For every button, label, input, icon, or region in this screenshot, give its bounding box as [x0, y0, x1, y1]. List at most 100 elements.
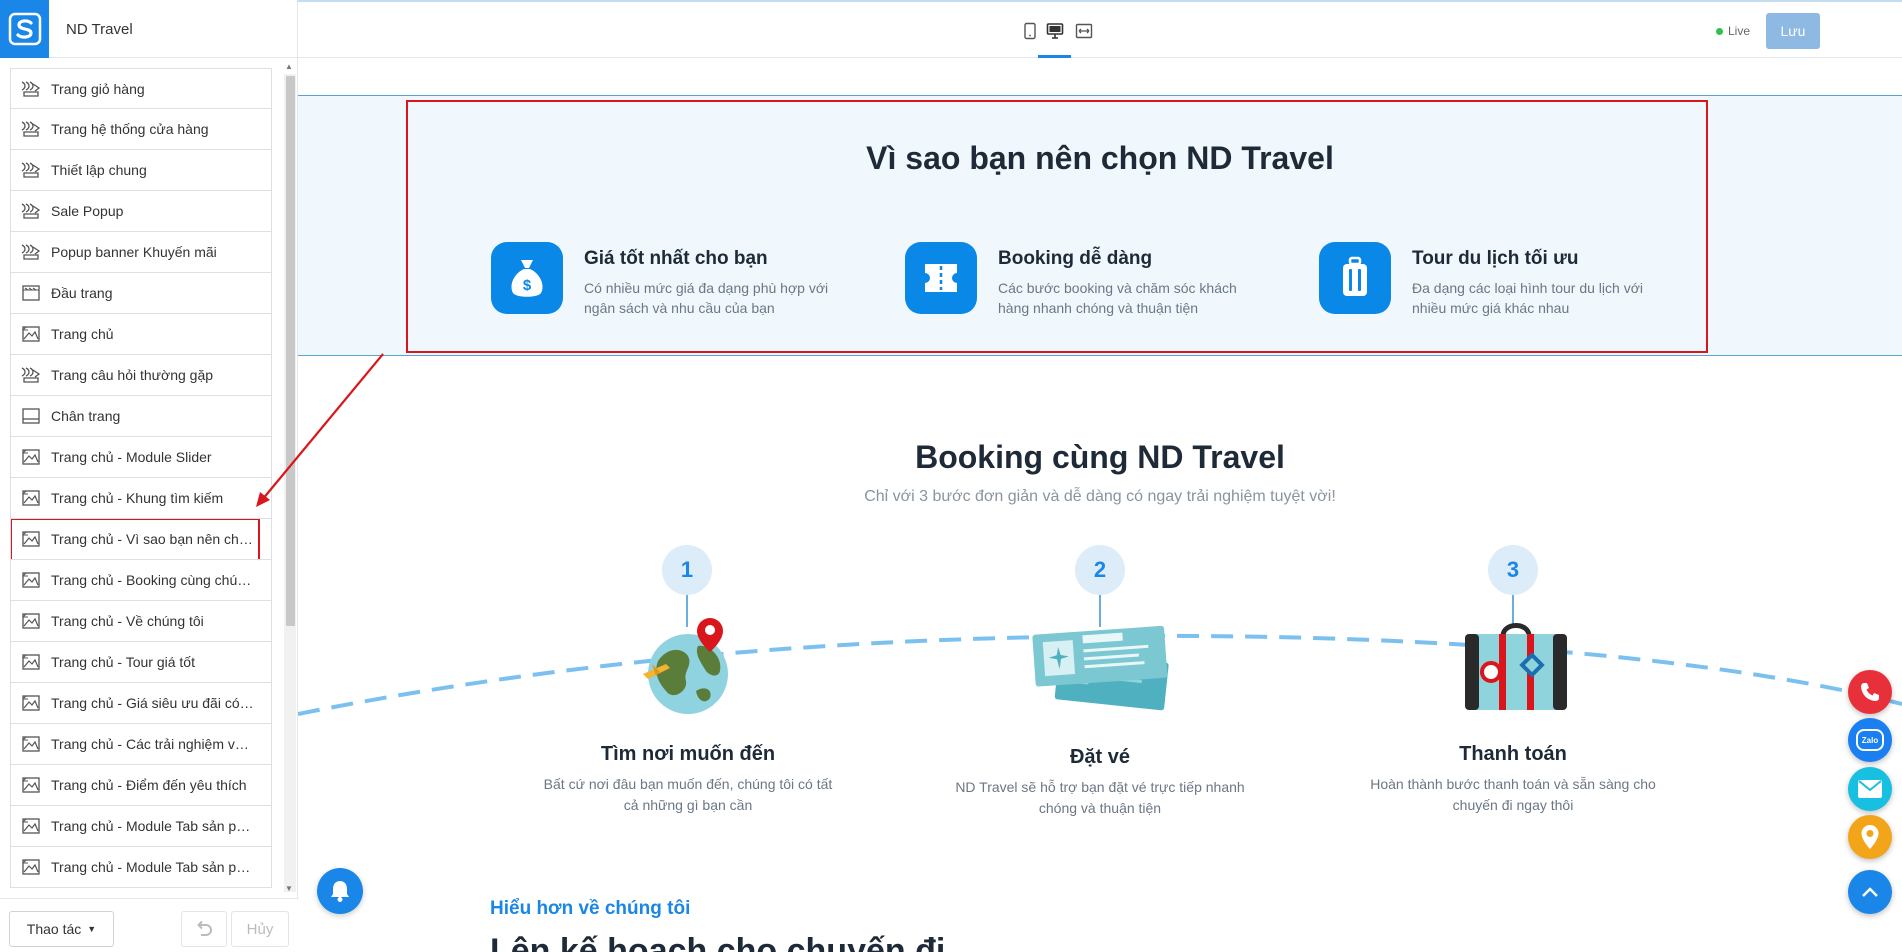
feature-desc: Có nhiều mức giá đa dạng phù hợp với ngâ… [584, 280, 829, 316]
feature-easy-booking: Booking dễ dàng Các bước booking và chăm… [905, 242, 1265, 322]
sidebar-item[interactable]: Trang giỏ hàng [10, 68, 272, 109]
sidebar-item[interactable]: Trang chủ - Khung tìm kiếm [10, 478, 272, 519]
about-title: Lên kế hoạch cho chuyến đi [490, 932, 946, 952]
sidebar-item[interactable]: Thiết lập chung [10, 150, 272, 191]
svg-text:$: $ [523, 277, 532, 294]
left-footer: Thao tác ▼ Hủy [0, 898, 298, 952]
sidebar-item-label: Đầu trang [51, 285, 113, 301]
phone-call-button[interactable] [1848, 670, 1892, 714]
scroll-down-icon[interactable]: ▼ [285, 884, 293, 893]
phone-icon [1861, 683, 1879, 701]
why-title: Vì sao bạn nên chọn ND Travel [866, 140, 1334, 176]
sidebar-item[interactable]: Popup banner Khuyến mãi [10, 232, 272, 273]
bell-icon [331, 881, 349, 902]
money-bag-icon: $ [491, 242, 563, 314]
map-pin-icon [1861, 825, 1879, 849]
undo-icon [197, 921, 212, 936]
sidebar-item[interactable]: Trang câu hỏi thường gặp [10, 355, 272, 396]
sidebar-item[interactable]: Trang hệ thống cửa hàng [10, 109, 272, 150]
home-icon [22, 859, 40, 875]
feature-desc: Các bước booking và chăm sóc khách hàng … [998, 280, 1237, 316]
notification-button[interactable] [317, 868, 363, 914]
section-list: Trang giỏ hàng Trang hệ thống cửa hàng Thi… [0, 58, 298, 898]
sidebar-item[interactable]: Trang chủ - Các trải nghiệm và hoạt động [10, 724, 272, 765]
step-number: 3 [1488, 545, 1538, 595]
zalo-button[interactable]: Zalo [1848, 718, 1892, 762]
sidebar-item[interactable]: Trang chủ - Về chúng tôi [10, 601, 272, 642]
email-button[interactable] [1848, 767, 1892, 811]
sidebar-item[interactable]: Trang chủ - Booking cùng chúng tôi [10, 560, 272, 601]
sidebar-item-label: Trang chủ - Khung tìm kiếm [51, 490, 224, 506]
location-button[interactable] [1848, 815, 1892, 859]
about-eyebrow: Hiểu hơn về chúng tôi [490, 898, 691, 919]
sidebar-item-label: Trang chủ - Vì sao bạn nên chọn ND Trave… [51, 531, 256, 547]
step-title: Thanh toán [1459, 743, 1567, 765]
template-icon [21, 121, 41, 137]
feature-desc: Đa dạng các loại hình tour du lịch với n… [1412, 280, 1643, 316]
sidebar-item[interactable]: Chân trang [10, 396, 272, 437]
sidebar-item-label: Trang chủ - Module Tab sản phẩm 2 [51, 859, 256, 875]
template-icon [21, 162, 41, 178]
home-icon [22, 777, 40, 793]
scroll-top-button[interactable] [1848, 870, 1892, 914]
save-button[interactable]: Lưu [1766, 13, 1820, 49]
sidebar-item[interactable]: Sale Popup [10, 191, 272, 232]
left-header: ND Travel [0, 0, 298, 58]
sidebar-item-label: Trang chủ - Các trải nghiệm và hoạt động [51, 736, 256, 752]
sidebar-item-label: Trang chủ - Booking cùng chúng tôi [51, 572, 256, 588]
sidebar-item-label: Thiết lập chung [51, 162, 147, 178]
sidebar-item-label: Trang chủ - Tour giá tốt [51, 654, 195, 670]
home-icon [22, 736, 40, 752]
sidebar-item-label: Trang chủ - Về chúng tôi [51, 613, 204, 629]
scrollbar-thumb[interactable] [286, 76, 295, 626]
sidebar-item[interactable]: Trang chủ - Điểm đến yêu thích [10, 765, 272, 806]
action-dropdown-button[interactable]: Thao tác ▼ [9, 911, 114, 947]
fullwidth-view-icon[interactable] [1075, 22, 1093, 40]
sidebar-item[interactable]: Trang chủ - Vì sao bạn nên chọn ND Trave… [10, 519, 272, 560]
scroll-up-icon[interactable]: ▲ [285, 62, 293, 71]
sidebar-item[interactable]: Trang chủ [10, 314, 272, 355]
undo-button[interactable] [181, 911, 227, 947]
footer-icon [22, 408, 40, 424]
zalo-label: Zalo [1861, 735, 1879, 745]
sidebar-item[interactable]: Đầu trang [10, 273, 272, 314]
home-icon [22, 490, 40, 506]
sidebar-item[interactable]: Trang chủ - Module Tab sản phẩm 2 [10, 847, 272, 888]
home-icon [22, 654, 40, 670]
live-label: Live [1728, 24, 1751, 38]
sidebar-item-label: Trang giỏ hàng [51, 80, 145, 97]
ticket-illustration-icon [1032, 625, 1169, 711]
header-icon [22, 285, 40, 301]
home-icon [22, 531, 40, 547]
globe-pin-icon [643, 618, 728, 714]
shop-name: ND Travel [66, 21, 133, 38]
cancel-button[interactable]: Hủy [231, 911, 289, 947]
template-icon [21, 80, 41, 97]
chevron-up-icon [1862, 887, 1878, 897]
sidebar-item[interactable]: Trang chủ - Module Slider [10, 437, 272, 478]
mobile-view-icon[interactable] [1021, 22, 1039, 40]
desktop-view-icon[interactable] [1046, 22, 1064, 40]
step-title: Đặt vé [1069, 746, 1131, 768]
sidebar-item-label: Chân trang [51, 408, 121, 424]
sidebar-item[interactable]: Trang chủ - Module Tab sản phẩm 1 [10, 806, 272, 847]
home-icon [22, 818, 40, 834]
sidebar-item-label: Trang hệ thống cửa hàng [51, 121, 209, 137]
template-icon [21, 367, 41, 383]
luggage-icon [1319, 242, 1391, 314]
left-panel: ND Travel Trang giỏ hàng Trang hệ thống c… [0, 0, 298, 952]
sidebar-item[interactable]: Trang chủ - Giá siêu ưu đãi có hạn [10, 683, 272, 724]
mail-icon [1858, 780, 1882, 798]
app-logo[interactable] [0, 0, 49, 58]
sidebar-item-label: Trang chủ - Module Tab sản phẩm 1 [51, 818, 256, 834]
step-desc: ND Travel sẽ hỗ trợ bạn đặt vé trực tiếp… [955, 779, 1245, 816]
live-dot-icon [1716, 27, 1723, 35]
feature-title: Booking dễ dàng [998, 248, 1153, 269]
feature-best-price: $ Giá tốt nhất cho bạn Có nhiều mức giá … [491, 242, 851, 322]
sidebar-item[interactable]: Trang chủ - Tour giá tốt [10, 642, 272, 683]
template-icon [21, 244, 41, 260]
live-status[interactable]: Live [1716, 24, 1750, 38]
logo-s-icon [8, 12, 41, 46]
feature-title: Tour du lịch tối ưu [1412, 248, 1579, 269]
top-toolbar: Live Lưu [298, 0, 1902, 59]
